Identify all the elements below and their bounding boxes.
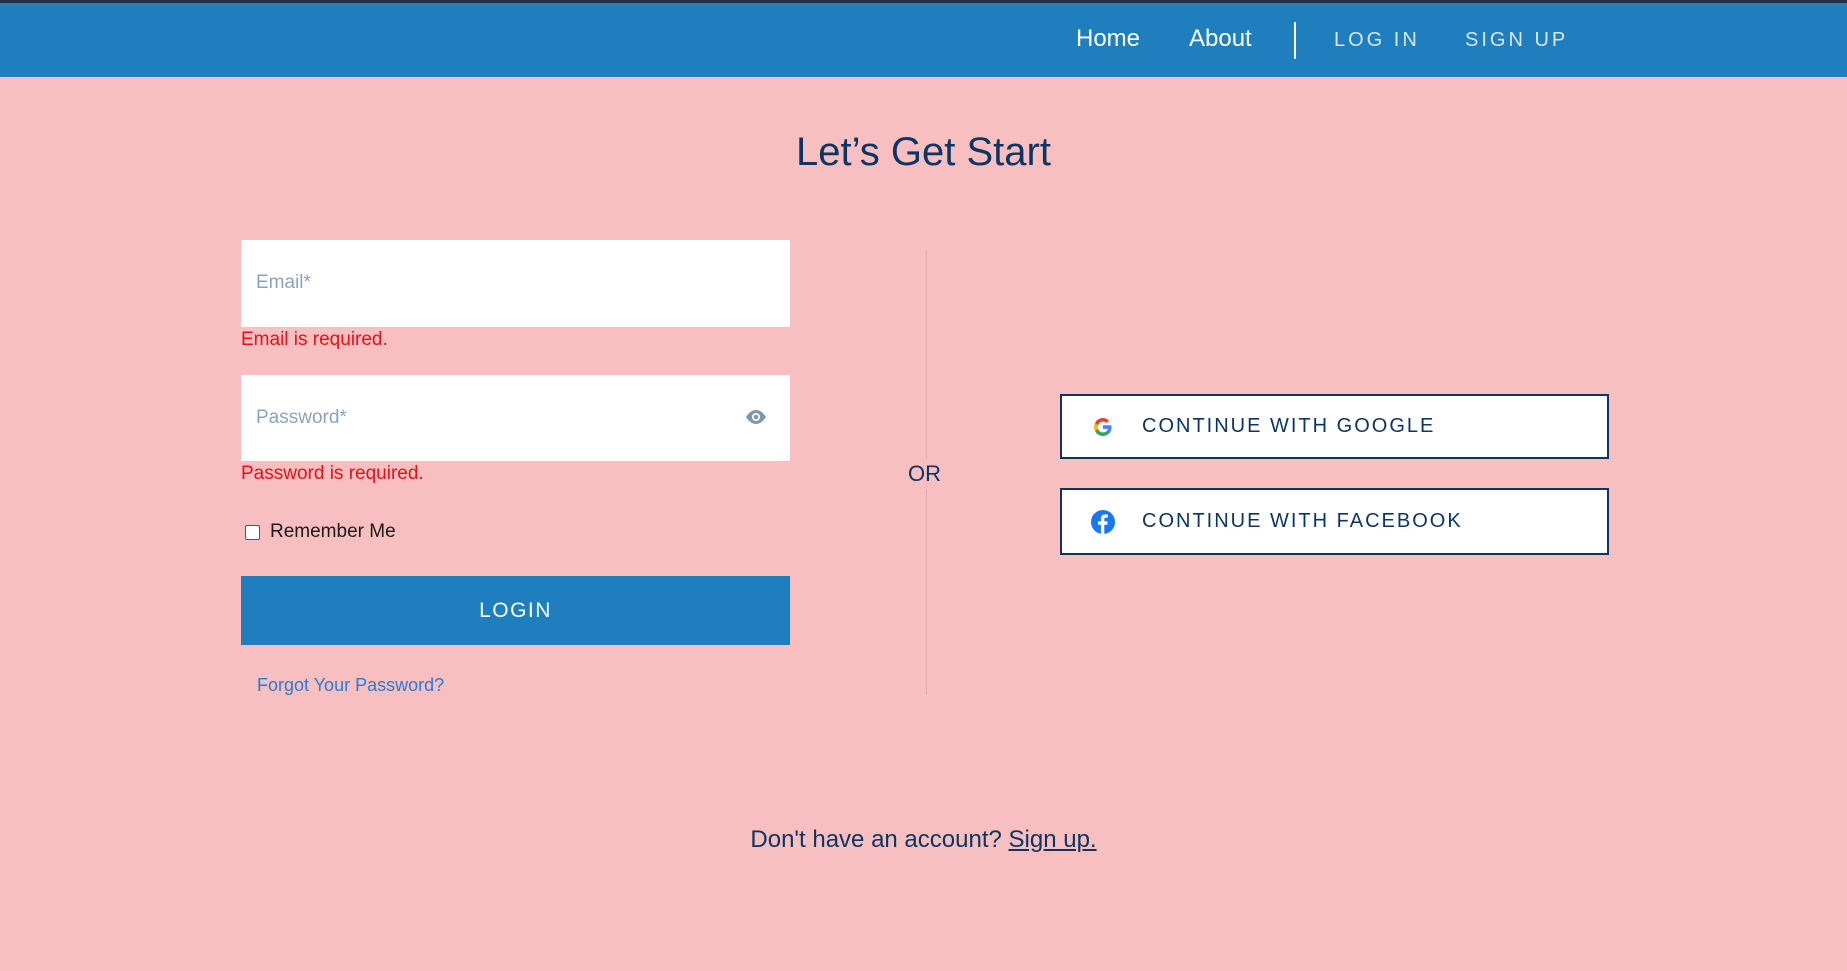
email-placeholder: Email* bbox=[256, 272, 311, 293]
remember-me[interactable]: Remember Me bbox=[245, 521, 396, 543]
page-title: Let’s Get Start bbox=[796, 130, 1051, 174]
or-label: OR bbox=[908, 459, 941, 489]
remember-me-label: Remember Me bbox=[270, 521, 396, 542]
continue-with-google-button[interactable]: CONTINUE WITH GOOGLE bbox=[1060, 394, 1609, 459]
nav-home-link[interactable]: Home bbox=[1076, 25, 1140, 53]
signup-prompt-text: Don't have an account? bbox=[750, 826, 1002, 853]
top-navbar: Home About LOG IN SIGN UP bbox=[0, 0, 1847, 77]
eye-icon[interactable] bbox=[744, 409, 768, 425]
password-placeholder: Password* bbox=[256, 407, 347, 428]
login-page: Home About LOG IN SIGN UP Let’s Get Star… bbox=[0, 0, 1847, 971]
email-error-message: Email is required. bbox=[241, 329, 388, 350]
google-button-label: CONTINUE WITH GOOGLE bbox=[1142, 415, 1436, 437]
forgot-password-link[interactable]: Forgot Your Password? bbox=[257, 675, 444, 696]
nav-signup-link[interactable]: SIGN UP bbox=[1465, 29, 1568, 52]
signup-prompt: Don't have an account? Sign up. bbox=[0, 826, 1847, 854]
continue-with-facebook-button[interactable]: CONTINUE WITH FACEBOOK bbox=[1060, 488, 1609, 555]
email-field[interactable]: Email* bbox=[241, 240, 790, 327]
nav-login-link[interactable]: LOG IN bbox=[1334, 29, 1420, 52]
password-error-message: Password is required. bbox=[241, 463, 424, 484]
login-button[interactable]: LOGIN bbox=[241, 576, 790, 645]
facebook-icon bbox=[1091, 509, 1115, 534]
google-icon bbox=[1094, 417, 1112, 436]
facebook-button-label: CONTINUE WITH FACEBOOK bbox=[1142, 510, 1463, 532]
signup-link[interactable]: Sign up. bbox=[1009, 826, 1097, 853]
nav-about-link[interactable]: About bbox=[1189, 25, 1252, 53]
remember-me-checkbox[interactable] bbox=[245, 524, 260, 540]
nav-divider bbox=[1294, 22, 1296, 59]
password-field[interactable]: Password* bbox=[241, 375, 790, 461]
